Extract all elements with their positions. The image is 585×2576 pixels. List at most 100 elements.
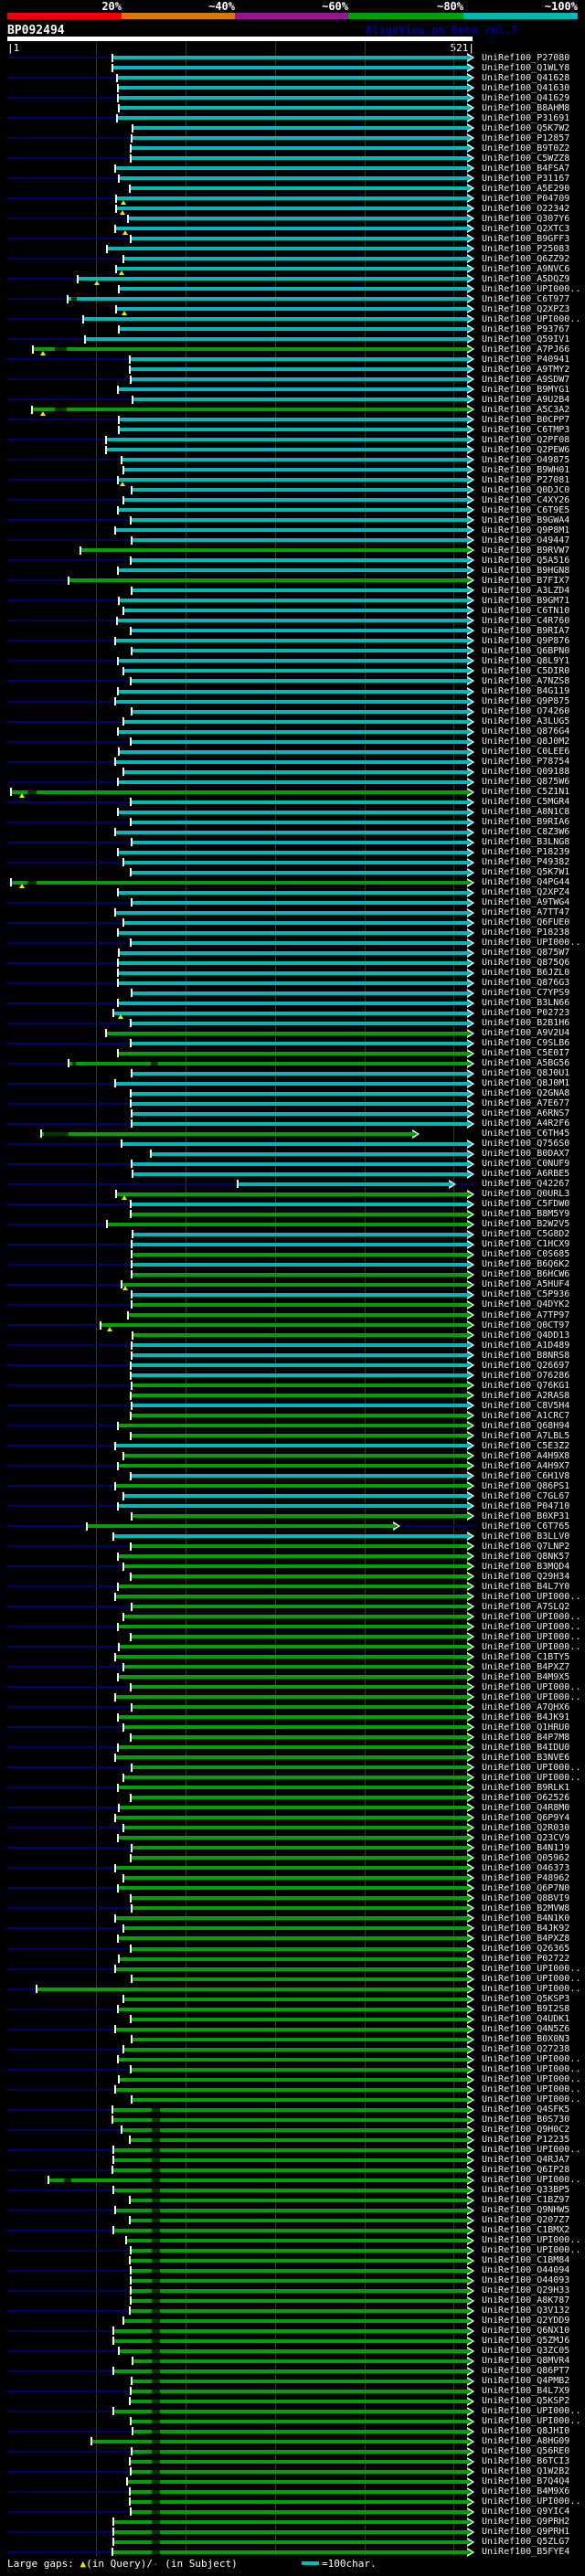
alignment-row[interactable]: UniRef100_Q8JHI0 bbox=[0, 2426, 585, 2436]
hit-label[interactable]: UniRef100_B9HGN8 bbox=[482, 566, 569, 576]
hit-label[interactable]: UniRef100_P27081 bbox=[482, 475, 569, 485]
hit-bar[interactable] bbox=[112, 66, 467, 69]
hit-label[interactable]: UniRef100_B6HCW6 bbox=[482, 1269, 569, 1279]
hit-label[interactable]: UniRef100_Q0DJC0 bbox=[482, 485, 569, 495]
hit-bar[interactable] bbox=[33, 347, 467, 352]
alignment-row[interactable]: UniRef100_UPI000.. bbox=[0, 1632, 585, 1642]
hit-bar[interactable] bbox=[123, 257, 467, 261]
alignment-row[interactable]: UniRef100_Q6P7N0 bbox=[0, 1883, 585, 1893]
hit-label[interactable]: UniRef100_P31691 bbox=[482, 113, 569, 123]
alignment-row[interactable]: UniRef100_Q3ZC05 bbox=[0, 2346, 585, 2356]
hit-label[interactable]: UniRef100_Q9PRH2 bbox=[482, 2517, 569, 2527]
hit-label[interactable]: UniRef100_C9SLB6 bbox=[482, 1038, 569, 1048]
alignment-row[interactable]: UniRef100_Q6BPN0 bbox=[0, 646, 585, 656]
hit-label[interactable]: UniRef100_Q6P7N0 bbox=[482, 1883, 569, 1893]
hit-bar[interactable] bbox=[122, 1141, 467, 1146]
hit-bar[interactable] bbox=[113, 2519, 467, 2524]
alignment-row[interactable]: UniRef100_Q6ZZ92 bbox=[0, 254, 585, 264]
hit-bar[interactable] bbox=[131, 1856, 467, 1860]
alignment-row[interactable]: UniRef100_C7GL67 bbox=[0, 1491, 585, 1501]
alignment-row[interactable]: UniRef100_Q6NX10 bbox=[0, 2326, 585, 2336]
hit-label[interactable]: UniRef100_UPI000.. bbox=[482, 2496, 580, 2507]
hit-label[interactable]: UniRef100_B4JK92 bbox=[482, 1924, 569, 1934]
alignment-row[interactable]: UniRef100_C0LEE6 bbox=[0, 747, 585, 757]
hit-label[interactable]: UniRef100_Q9P8M1 bbox=[482, 525, 569, 535]
alignment-row[interactable]: UniRef100_A4R2F6 bbox=[0, 1118, 585, 1129]
hit-bar[interactable] bbox=[69, 1061, 467, 1065]
hit-label[interactable]: UniRef100_B4FSA7 bbox=[482, 164, 569, 174]
hit-label[interactable]: UniRef100_Q2XTC3 bbox=[482, 224, 569, 234]
alignment-row[interactable]: UniRef100_C5P936 bbox=[0, 1289, 585, 1299]
hit-bar[interactable] bbox=[130, 2499, 467, 2504]
alignment-row[interactable]: UniRef100_Q875W7 bbox=[0, 948, 585, 958]
hit-label[interactable]: UniRef100_C1BZ97 bbox=[482, 2195, 569, 2205]
hit-bar[interactable] bbox=[123, 1564, 467, 1569]
hit-bar[interactable] bbox=[118, 1745, 467, 1750]
hit-bar[interactable] bbox=[131, 1414, 467, 1418]
hit-label[interactable]: UniRef100_C1BMX2 bbox=[482, 2225, 569, 2235]
hit-bar[interactable] bbox=[131, 629, 467, 633]
alignment-row[interactable]: UniRef100_B9GFF3 bbox=[0, 234, 585, 244]
hit-bar[interactable] bbox=[118, 1554, 467, 1559]
alignment-row[interactable]: UniRef100_C5E3Z2 bbox=[0, 1441, 585, 1451]
hit-label[interactable]: UniRef100_Q307Y6 bbox=[482, 214, 569, 224]
alignment-row[interactable]: UniRef100_Q29H33 bbox=[0, 2285, 585, 2295]
hit-label[interactable]: UniRef100_C6TH45 bbox=[482, 1129, 569, 1139]
alignment-row[interactable]: UniRef100_C5G8D2 bbox=[0, 1229, 585, 1239]
hit-bar[interactable] bbox=[119, 2077, 467, 2082]
hit-label[interactable]: UniRef100_A8N1C8 bbox=[482, 807, 569, 817]
hit-label[interactable]: UniRef100_Q5KSP3 bbox=[482, 1994, 569, 2004]
hit-label[interactable]: UniRef100_Q875Q6 bbox=[482, 958, 569, 968]
hit-label[interactable]: UniRef100_B9T0Z2 bbox=[482, 143, 569, 154]
hit-label[interactable]: UniRef100_O74260 bbox=[482, 706, 569, 716]
hit-bar[interactable] bbox=[122, 458, 467, 462]
hit-bar[interactable] bbox=[132, 2379, 467, 2383]
hit-label[interactable]: UniRef100_P12235 bbox=[482, 2135, 569, 2145]
hit-label[interactable]: UniRef100_B9I2S8 bbox=[482, 2004, 569, 2014]
alignment-row[interactable]: UniRef100_A2RAS8 bbox=[0, 1391, 585, 1401]
alignment-row[interactable]: UniRef100_C6T977 bbox=[0, 294, 585, 304]
hit-label[interactable]: UniRef100_Q59IV1 bbox=[482, 334, 569, 345]
alignment-row[interactable]: UniRef100_A7PJ66 bbox=[0, 345, 585, 355]
alignment-row[interactable]: UniRef100_Q05962 bbox=[0, 1853, 585, 1863]
hit-label[interactable]: UniRef100_A4R2F6 bbox=[482, 1118, 569, 1129]
hit-label[interactable]: UniRef100_C7YPS9 bbox=[482, 988, 569, 998]
hit-label[interactable]: UniRef100_UPI000.. bbox=[482, 2094, 580, 2104]
alignment-row[interactable]: UniRef100_B4PXZ8 bbox=[0, 1934, 585, 1944]
hit-bar[interactable] bbox=[113, 2228, 467, 2232]
hit-label[interactable]: UniRef100_C6T765 bbox=[482, 1521, 569, 1532]
hit-bar[interactable] bbox=[68, 297, 467, 302]
alignment-row[interactable]: UniRef100_P31167 bbox=[0, 174, 585, 184]
alignment-row[interactable]: UniRef100_Q27238 bbox=[0, 2044, 585, 2054]
hit-bar[interactable] bbox=[131, 237, 467, 241]
alignment-row[interactable]: UniRef100_Q26697 bbox=[0, 1361, 585, 1371]
hit-label[interactable]: UniRef100_Q9P875 bbox=[482, 696, 569, 706]
alignment-row[interactable]: UniRef100_B4FSA7 bbox=[0, 164, 585, 174]
alignment-row[interactable]: UniRef100_Q5K7W1 bbox=[0, 867, 585, 877]
hit-label[interactable]: UniRef100_B5FYE4 bbox=[482, 2547, 569, 2557]
hit-label[interactable]: UniRef100_UPI000.. bbox=[482, 1642, 580, 1652]
alignment-row[interactable]: UniRef100_B9HGN8 bbox=[0, 566, 585, 576]
hit-label[interactable]: UniRef100_C6H1V8 bbox=[482, 1471, 569, 1481]
hit-label[interactable]: UniRef100_UPI000.. bbox=[482, 1622, 580, 1632]
hit-bar[interactable] bbox=[113, 2409, 467, 2413]
hit-bar[interactable] bbox=[112, 56, 467, 59]
hit-label[interactable]: UniRef100_P93767 bbox=[482, 324, 569, 334]
hit-label[interactable]: UniRef100_Q2YDD9 bbox=[482, 2316, 569, 2326]
hit-bar[interactable] bbox=[132, 1343, 467, 1348]
hit-bar[interactable] bbox=[115, 1655, 467, 1659]
hit-bar[interactable] bbox=[115, 699, 467, 704]
hit-label[interactable]: UniRef100_Q3V132 bbox=[482, 2306, 569, 2316]
alignment-row[interactable]: UniRef100_Q86PT7 bbox=[0, 2366, 585, 2376]
alignment-row[interactable]: UniRef100_A6RBE5 bbox=[0, 1169, 585, 1179]
alignment-row[interactable]: UniRef100_B9RIA6 bbox=[0, 817, 585, 827]
alignment-row[interactable]: UniRef100_A4H9X8 bbox=[0, 1451, 585, 1461]
hit-label[interactable]: UniRef100_Q4PMB2 bbox=[482, 2376, 569, 2386]
hit-label[interactable]: UniRef100_A9TWG4 bbox=[482, 897, 569, 907]
hit-bar[interactable] bbox=[131, 2278, 467, 2283]
hit-label[interactable]: UniRef100_Q5K7W1 bbox=[482, 867, 569, 877]
hit-bar[interactable] bbox=[130, 2218, 467, 2222]
alignment-row[interactable]: UniRef100_B8AHM8 bbox=[0, 103, 585, 113]
hit-bar[interactable] bbox=[132, 136, 467, 141]
hit-bar[interactable] bbox=[118, 850, 467, 854]
